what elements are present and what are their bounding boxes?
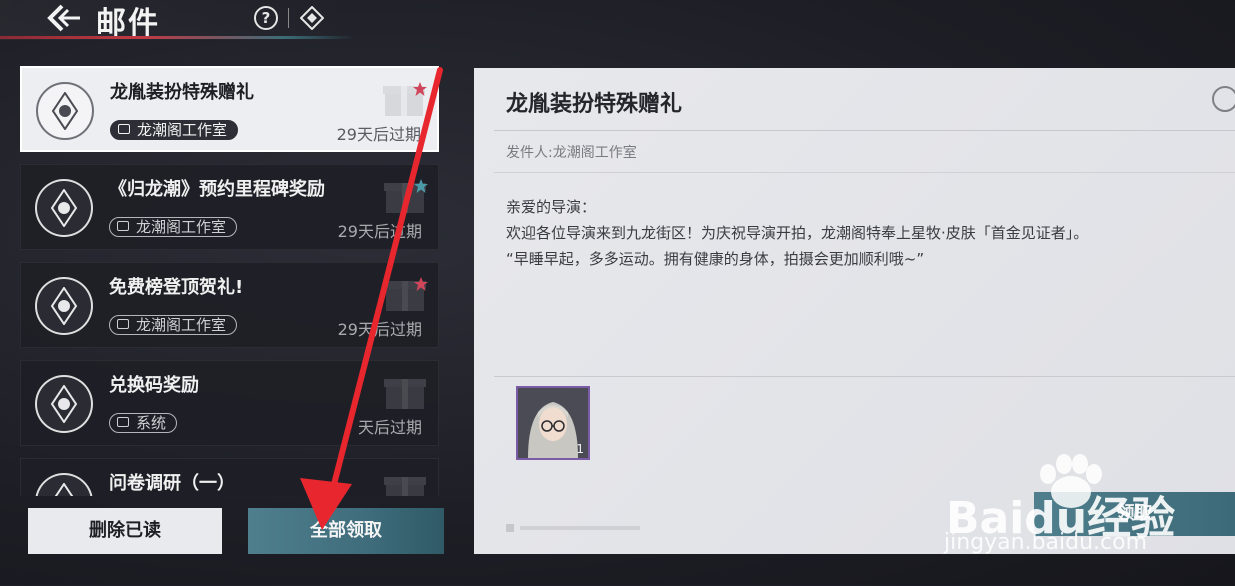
detail-greeting: 亲爱的导演： xyxy=(506,198,597,216)
message-icon xyxy=(118,124,130,134)
page-title: 邮件 xyxy=(96,6,160,41)
claim-all-button[interactable]: 全部领取 xyxy=(248,508,444,554)
sender-tag: 龙潮阁工作室 xyxy=(109,315,238,335)
detail-title: 龙胤装扮特殊赠礼 xyxy=(506,92,683,117)
gift-icon xyxy=(384,477,426,496)
reward-item[interactable]: 1 xyxy=(516,386,590,460)
gift-icon xyxy=(384,379,426,409)
expiry-text: 29天后过期 xyxy=(337,222,422,241)
mail-avatar xyxy=(35,179,93,237)
dragon-emblem-icon xyxy=(51,92,79,130)
mail-title: 龙胤装扮特殊赠礼 xyxy=(110,82,254,103)
detail-body-line: 欢迎各位导演来到九龙街区！为庆祝导演开拍，龙潮阁特奉上星牧·皮肤「首金见证者」。 xyxy=(506,224,1089,242)
mail-item-1[interactable]: 龙胤装扮特殊赠礼 龙潮阁工作室 29天后过期 xyxy=(20,66,439,152)
mail-avatar xyxy=(35,277,93,335)
message-icon xyxy=(117,319,129,329)
sender-label: 系统 xyxy=(136,414,167,432)
divider xyxy=(494,172,1235,173)
detail-body-line: “早睡早起，多多运动。拥有健康的身体，拍摄会更加顺利哦~” xyxy=(506,250,925,268)
mail-item-4[interactable]: 兑换码奖励 系统 天后过期 xyxy=(20,360,439,446)
mail-avatar xyxy=(35,473,93,496)
dragon-emblem-icon xyxy=(50,287,78,325)
dragon-emblem-icon xyxy=(54,483,74,496)
dragon-emblem-icon xyxy=(50,189,78,227)
watermark: Baidu经验 jingyan.baidu.com xyxy=(930,446,1230,586)
mail-avatar xyxy=(36,82,94,140)
mail-item-3[interactable]: 免费榜登顶贺礼! 龙潮阁工作室 29天后过期 xyxy=(20,262,439,348)
expiry-text: 29天后过期 xyxy=(336,125,421,144)
mail-avatar xyxy=(35,375,93,433)
sender-label: 龙潮阁工作室 xyxy=(137,121,228,139)
watermark-url: jingyan.baidu.com xyxy=(944,530,1148,555)
sender-label: 龙潮阁工作室 xyxy=(136,316,227,334)
expiry-text: 天后过期 xyxy=(357,418,422,437)
divider xyxy=(494,376,1235,377)
mail-title: 问卷调研（一） xyxy=(109,473,235,494)
mail-item-2[interactable]: 《归龙潮》预约里程碑奖励 龙潮阁工作室 29天后过期 xyxy=(20,164,439,250)
help-icon[interactable]: ? xyxy=(254,6,278,30)
star-badge-icon xyxy=(1212,86,1235,112)
message-icon xyxy=(117,221,129,231)
detail-sender: 发件人:龙潮阁工作室 xyxy=(506,145,637,161)
header-underline xyxy=(0,36,355,39)
mail-title: 《归龙潮》预约里程碑奖励 xyxy=(109,179,325,200)
star-badge-icon xyxy=(414,277,428,291)
footer-decoration xyxy=(506,524,640,532)
star-badge-icon xyxy=(414,179,428,193)
dragon-emblem-icon xyxy=(50,385,78,423)
star-badge-icon xyxy=(413,82,427,96)
divider xyxy=(494,130,1235,131)
mail-item-5[interactable]: 问卷调研（一） xyxy=(20,458,439,496)
sender-tag: 系统 xyxy=(109,413,178,433)
diamond-icon[interactable] xyxy=(300,6,324,30)
sender-tag: 龙潮阁工作室 xyxy=(109,217,238,237)
mail-title: 兑换码奖励 xyxy=(109,375,199,396)
expiry-text: 29天后过期 xyxy=(337,320,422,339)
sender-tag: 龙潮阁工作室 xyxy=(110,120,239,140)
delete-read-button[interactable]: 删除已读 xyxy=(28,508,222,554)
back-icon[interactable] xyxy=(46,2,82,34)
reward-count: 1 xyxy=(576,442,584,456)
mail-title: 免费榜登顶贺礼! xyxy=(109,277,244,298)
mail-list[interactable]: 龙胤装扮特殊赠礼 龙潮阁工作室 29天后过期 《归龙潮》预约里程碑奖励 龙潮阁工… xyxy=(20,66,439,496)
header-separator xyxy=(288,8,289,28)
sender-label: 龙潮阁工作室 xyxy=(136,218,227,236)
message-icon xyxy=(117,417,129,427)
